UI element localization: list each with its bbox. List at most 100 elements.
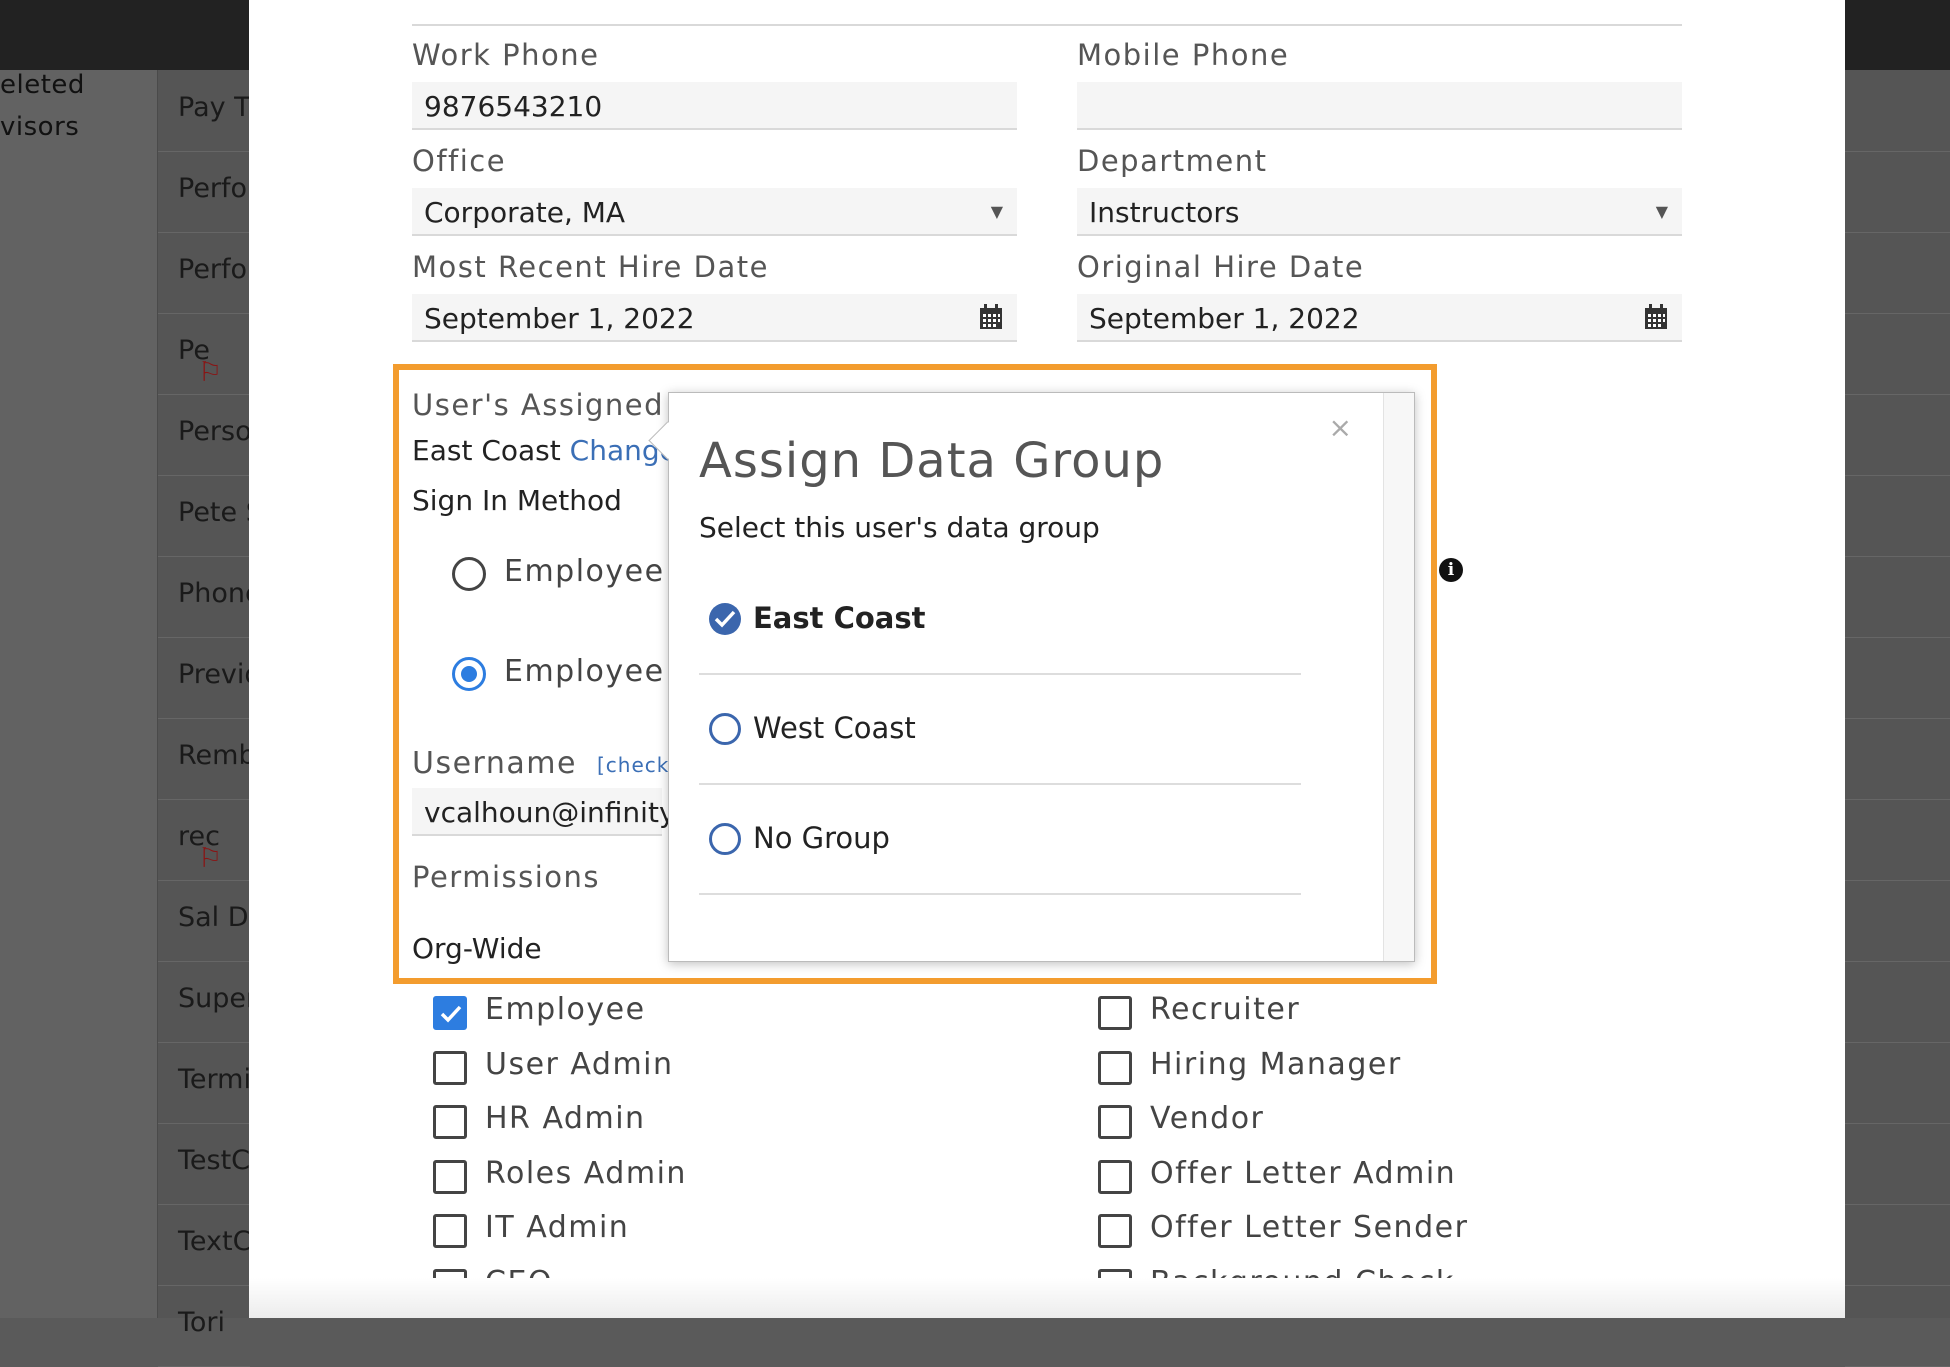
background-list-row-label: Remb [178, 740, 250, 771]
background-list-row-text: TestC [178, 1145, 250, 1176]
background-list-row: Termi [158, 1042, 250, 1124]
role-checkbox[interactable] [433, 996, 467, 1030]
background-right-row [1845, 313, 1950, 395]
background-right-row [1845, 475, 1950, 557]
background-list-row: Remb [158, 718, 250, 800]
background-list-row-label: Perso [178, 416, 250, 447]
role-checkbox[interactable] [1098, 1214, 1132, 1248]
background-right-row [1845, 1042, 1950, 1124]
role-checkbox-label: Employee [485, 992, 646, 1027]
work-phone-input[interactable]: 9876543210 [412, 82, 1017, 130]
role-checkbox[interactable] [1098, 1050, 1132, 1085]
data-group-option-label: East Coast [753, 601, 926, 635]
recent-hire-date-input[interactable]: September 1, 2022 [412, 294, 1017, 342]
role-checkbox[interactable] [1098, 1159, 1132, 1194]
role-checkbox-label: User Admin [485, 1046, 674, 1082]
data-group-option-label: West Coast [753, 711, 916, 745]
checkmark-circle-icon [709, 603, 741, 635]
background-list-row-label: Pay T [178, 92, 250, 123]
checkmark-icon [440, 1005, 462, 1023]
radio-circle-icon [709, 713, 741, 745]
popover-scrollbar[interactable] [1383, 393, 1414, 961]
background-right-row [1845, 70, 1950, 152]
background-list-row-text: TextC [178, 1226, 250, 1257]
background-list-row-text: Sal Da [178, 902, 250, 933]
background-right-row [1845, 799, 1950, 881]
role-checkbox-label: Roles Admin [485, 1155, 687, 1191]
background-list-row-label: Previo [178, 659, 250, 690]
background-list-row-text: Phone [178, 578, 250, 609]
mobile-phone-input[interactable] [1077, 82, 1682, 130]
work-phone-value: 9876543210 [424, 90, 603, 123]
background-right-row [1845, 637, 1950, 719]
background-list-row-label: Tori [178, 1307, 226, 1338]
recent-hire-date-label: Most Recent Hire Date [412, 250, 769, 284]
role-checkbox-label: Hiring Manager [1150, 1046, 1402, 1082]
calendar-icon[interactable] [979, 304, 1003, 330]
calendar-icon[interactable] [1644, 304, 1668, 330]
background-list-row-text: ⚐ rec [178, 821, 222, 874]
background-list-row-text: Super [178, 983, 250, 1014]
background-left-panel: eleted visors [0, 70, 157, 1318]
background-list-row: Perfo [158, 232, 250, 314]
info-icon[interactable]: i [1439, 558, 1463, 582]
background-list-row-text: Perfo [178, 173, 247, 204]
role-checkbox-label: Recruiter [1150, 992, 1301, 1027]
background-list-row-text: Tori [178, 1307, 225, 1338]
modal-bottom-fade [249, 1278, 1845, 1318]
background-right-row [1845, 1204, 1950, 1286]
data-group-option-no-group[interactable]: No Group [699, 783, 1301, 895]
background-right-row [1845, 718, 1950, 800]
role-checkbox-label: Offer Letter Admin [1150, 1155, 1457, 1191]
background-list-row: ⚐ Pe [158, 313, 250, 395]
background-right-row [1845, 880, 1950, 962]
background-list-row: TestC [158, 1123, 250, 1205]
background-list-row: Pay T [158, 70, 250, 152]
close-icon[interactable]: × [1329, 411, 1352, 444]
background-right-panel [1845, 70, 1950, 1367]
background-list-row: Previo [158, 637, 250, 719]
mobile-phone-label: Mobile Phone [1077, 38, 1290, 72]
department-value: Instructors [1089, 196, 1240, 229]
role-checkbox[interactable] [433, 1159, 467, 1194]
role-checkbox[interactable] [433, 1105, 467, 1139]
assign-data-group-popover: × Assign Data Group Select this user's d… [648, 392, 1415, 962]
background-list-row-label: Sal Da [178, 902, 250, 933]
background-list-row: Phone [158, 556, 250, 638]
background-list-row-label: Termi [178, 1064, 250, 1095]
work-phone-label: Work Phone [412, 38, 600, 72]
background-list-row-text: Termi [178, 1064, 250, 1095]
original-hire-date-input[interactable]: September 1, 2022 [1077, 294, 1682, 342]
role-checkbox[interactable] [1098, 996, 1132, 1030]
role-checkbox-label: IT Admin [485, 1210, 630, 1245]
background-list-row-text: Remb [178, 740, 250, 771]
background-list-row-text: ⚐ Pe [178, 335, 222, 388]
role-checkbox[interactable] [433, 1050, 467, 1085]
background-right-row [1845, 1123, 1950, 1205]
department-select[interactable]: Instructors ▼ [1077, 188, 1682, 236]
role-checkbox[interactable] [1098, 1105, 1132, 1139]
role-checkbox-label: HR Admin [485, 1101, 646, 1136]
office-value: Corporate, MA [424, 196, 626, 229]
office-select[interactable]: Corporate, MA ▼ [412, 188, 1017, 236]
background-list-row-label: TextC [178, 1226, 250, 1257]
recent-hire-date-value: September 1, 2022 [424, 302, 695, 335]
flag-icon: ⚐ [198, 843, 223, 874]
background-list-row-text: Previo [178, 659, 250, 690]
background-list-row-text: Perfo [178, 254, 247, 285]
background-list-row-label: Super [178, 983, 250, 1014]
data-group-option-east-coast[interactable]: East Coast [699, 563, 1301, 675]
role-checkbox[interactable] [433, 1214, 467, 1248]
background-text: visors [0, 112, 80, 142]
role-checkbox-label: Offer Letter Sender [1150, 1210, 1469, 1245]
data-group-option-west-coast[interactable]: West Coast [699, 673, 1301, 785]
radio-circle-icon [709, 823, 741, 855]
dropdown-arrow-icon: ▼ [990, 202, 1003, 221]
background-list-row: Super [158, 961, 250, 1043]
background-list-row: Pete S [158, 475, 250, 557]
role-checkbox-label: Vendor [1150, 1101, 1265, 1136]
background-list-row: Perso [158, 394, 250, 476]
background-list-row: ⚐ rec [158, 799, 250, 881]
background-right-row [1845, 394, 1950, 476]
popover-subtitle: Select this user's data group [699, 511, 1100, 544]
